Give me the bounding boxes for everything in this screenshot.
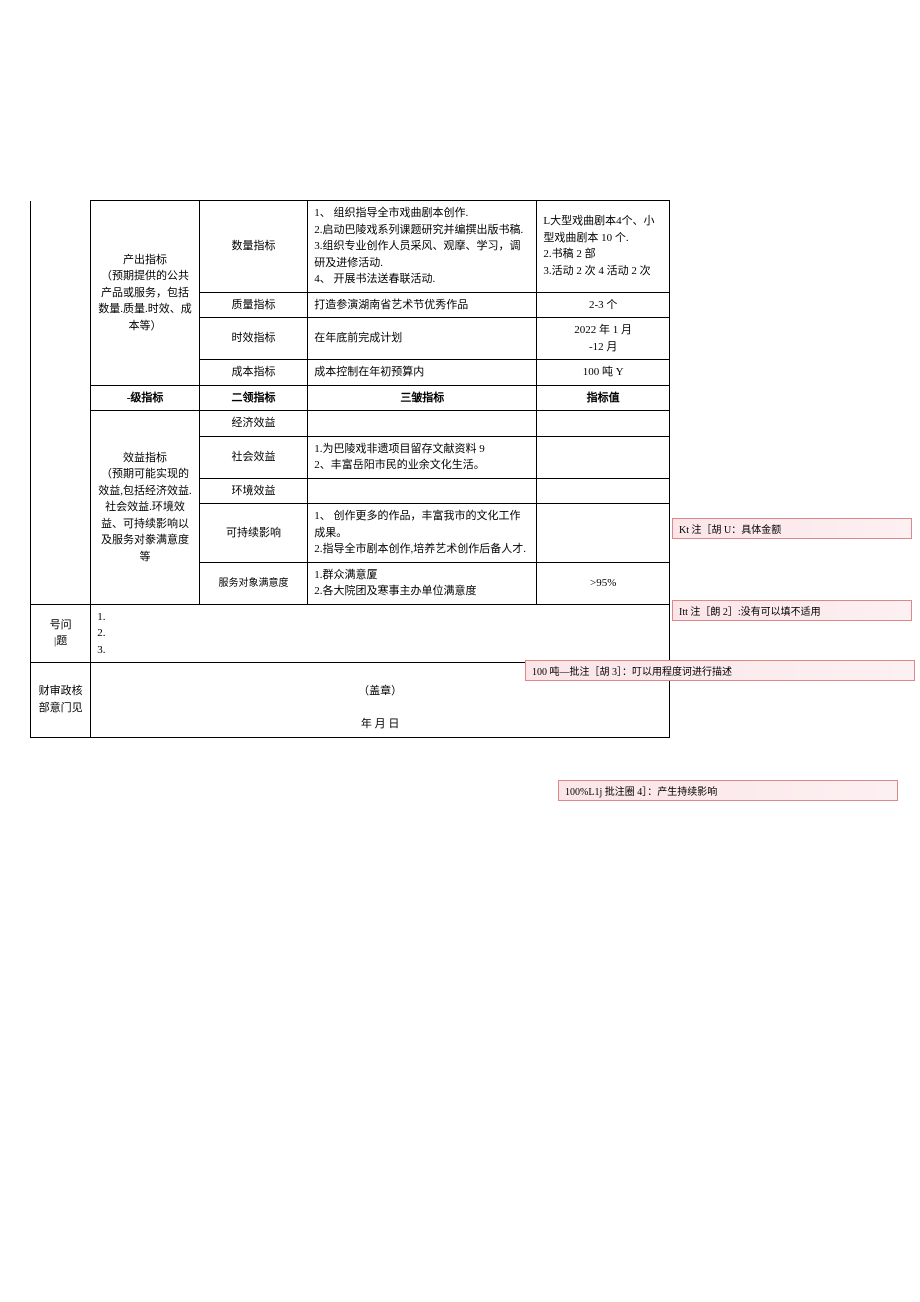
l3-quantity: 1、 组织指导全市戏曲剧本创作. 2.启动巴陵戏系列课题研究并编撰出版书稿. 3… bbox=[308, 201, 537, 293]
l2-satisfaction: 服务对象满意度 bbox=[199, 562, 308, 604]
l3-social: 1.为巴陵戏非遗项目留存文献资料 9 2、丰富岳阳市民的业余文化生活。 bbox=[308, 436, 537, 478]
val-quantity: L大型戏曲剧本4个、小型戏曲剧本 10 个. 2.书稿 2 部 3.活动 2 次… bbox=[537, 201, 670, 293]
performance-indicator-table: 产出指标 （预期提供的公共产品或服务，包括数量.质量.时效、成本等） 数量指标 … bbox=[30, 200, 670, 738]
l3-sustain: 1、 创作更多的作品，丰富我市的文化工作成果。 2.指导全市剧本创作,培养艺术创… bbox=[308, 504, 537, 563]
comment-4: 100%L1j 批注圈 4］：产生持续影响 bbox=[558, 780, 898, 801]
val-quality: 2-3 个 bbox=[537, 292, 670, 318]
comment-2: Itt 注［朗 2］:没有可以填不适用 bbox=[672, 600, 912, 621]
comment-3: 100 吨—批注［胡 3］：叮以用程度诃进行描述 bbox=[525, 660, 915, 681]
comment-1: Kt 注［胡 U：具体金额 bbox=[672, 518, 912, 539]
issues-content: 1. 2. 3. bbox=[91, 604, 670, 663]
val-economic bbox=[537, 411, 670, 437]
val-time: 2022 年 1 月 -12 月 bbox=[537, 318, 670, 360]
l3-time: 在年底前完成计划 bbox=[308, 318, 537, 360]
hdr-l3: 三皱指标 bbox=[308, 385, 537, 411]
hdr-val: 指标值 bbox=[537, 385, 670, 411]
benefit-indicator-label: 效益指标 （预期可能实现的效益,包括经济效益.社会效益.环境效益、可持续影响以及… bbox=[91, 411, 200, 605]
l2-quality: 质量指标 bbox=[199, 292, 308, 318]
l2-env: 环境效益 bbox=[199, 478, 308, 504]
l2-quantity: 数量指标 bbox=[199, 201, 308, 293]
hdr-l2: 二领指标 bbox=[199, 385, 308, 411]
val-satisfaction: >95% bbox=[537, 562, 670, 604]
val-cost: 100 吨 Y bbox=[537, 360, 670, 386]
val-env bbox=[537, 478, 670, 504]
l3-quality: 打造参演湖南省艺术节优秀作品 bbox=[308, 292, 537, 318]
l3-env bbox=[308, 478, 537, 504]
left-margin-cell bbox=[31, 201, 91, 605]
l3-economic bbox=[308, 411, 537, 437]
finance-label: 财审政核 部意门见 bbox=[31, 663, 91, 738]
l2-sustain: 可持续影响 bbox=[199, 504, 308, 563]
l2-social: 社会效益 bbox=[199, 436, 308, 478]
l3-cost: 成本控制在年初预算内 bbox=[308, 360, 537, 386]
l2-cost: 成本指标 bbox=[199, 360, 308, 386]
issues-label: 号问 |题 bbox=[31, 604, 91, 663]
output-indicator-label: 产出指标 （预期提供的公共产品或服务，包括数量.质量.时效、成本等） bbox=[91, 201, 200, 386]
hdr-l1: -级指标 bbox=[91, 385, 200, 411]
l2-economic: 经济效益 bbox=[199, 411, 308, 437]
l3-satisfaction: 1.群众满意厦 2.各大院团及寒事主办单位满意度 bbox=[308, 562, 537, 604]
val-sustain bbox=[537, 504, 670, 563]
val-social bbox=[537, 436, 670, 478]
l2-time: 时效指标 bbox=[199, 318, 308, 360]
